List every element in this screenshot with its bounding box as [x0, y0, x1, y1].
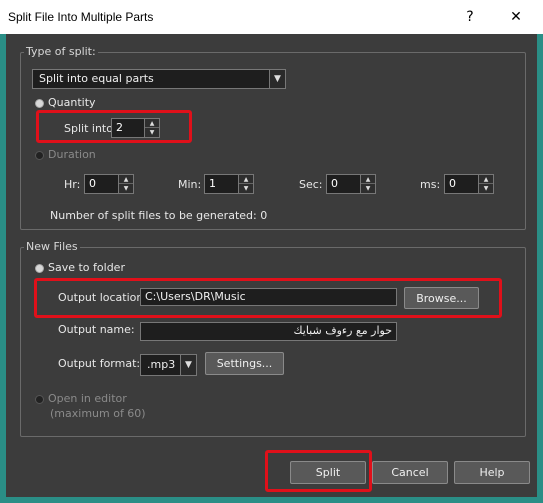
output-name-label: Output name:	[58, 323, 135, 336]
type-of-split-group-label: Type of split:	[24, 45, 98, 58]
window-title: Split File Into Multiple Parts	[8, 10, 154, 24]
open-in-editor-label: Open in editor	[48, 392, 127, 405]
hr-value: 0	[89, 177, 96, 190]
chevron-down-icon: ▼	[180, 355, 196, 375]
cancel-button[interactable]: Cancel	[372, 461, 448, 484]
save-to-folder-label: Save to folder	[48, 261, 125, 274]
split-mode-select[interactable]: Split into equal parts ▼	[32, 69, 286, 89]
hr-label: Hr:	[64, 178, 81, 191]
quantity-radio[interactable]	[35, 99, 44, 108]
sec-label: Sec:	[299, 178, 323, 191]
save-to-folder-radio[interactable]	[35, 264, 44, 273]
stepper-down-icon[interactable]: ▼	[361, 184, 375, 193]
ms-stepper[interactable]: 0 ▲ ▼	[444, 174, 494, 194]
sec-stepper[interactable]: 0 ▲ ▼	[326, 174, 376, 194]
quantity-label: Quantity	[48, 96, 96, 109]
settings-button[interactable]: Settings...	[205, 352, 284, 375]
open-in-editor-hint: (maximum of 60)	[50, 407, 146, 420]
ms-value: 0	[449, 177, 456, 190]
ms-label: ms:	[420, 178, 441, 191]
output-location-highlight	[34, 278, 502, 318]
stepper-down-icon[interactable]: ▼	[479, 184, 493, 193]
title-bar: Split File Into Multiple Parts ? ✕	[0, 0, 543, 34]
split-count-text: Number of split files to be generated: 0	[50, 209, 268, 222]
stepper-down-icon[interactable]: ▼	[239, 184, 253, 193]
stepper-down-icon[interactable]: ▼	[119, 184, 133, 193]
min-label: Min:	[178, 178, 202, 191]
help-icon[interactable]: ?	[456, 6, 484, 28]
window-border-bottom	[0, 497, 543, 503]
sec-value: 0	[331, 177, 338, 190]
min-stepper[interactable]: 1 ▲ ▼	[204, 174, 254, 194]
min-value: 1	[209, 177, 216, 190]
chevron-down-icon: ▼	[269, 70, 285, 88]
split-mode-value: Split into equal parts	[39, 72, 154, 85]
open-in-editor-radio[interactable]	[35, 395, 44, 404]
stepper-up-icon[interactable]: ▲	[479, 175, 493, 184]
output-format-label: Output format:	[58, 357, 141, 370]
help-button[interactable]: Help	[454, 461, 530, 484]
duration-radio[interactable]	[35, 151, 44, 160]
duration-label: Duration	[48, 148, 96, 161]
stepper-up-icon[interactable]: ▲	[239, 175, 253, 184]
new-files-group-label: New Files	[24, 240, 80, 253]
stepper-up-icon[interactable]: ▲	[119, 175, 133, 184]
output-format-value: .mp3	[147, 358, 176, 371]
output-format-select[interactable]: .mp3 ▼	[140, 354, 197, 376]
window-border-right	[537, 34, 543, 503]
split-into-highlight	[36, 110, 192, 143]
output-name-input[interactable]: حوار مع رءوف شبايك	[140, 322, 397, 341]
hr-stepper[interactable]: 0 ▲ ▼	[84, 174, 134, 194]
split-button-highlight	[265, 450, 372, 492]
close-icon[interactable]: ✕	[502, 6, 530, 28]
stepper-up-icon[interactable]: ▲	[361, 175, 375, 184]
